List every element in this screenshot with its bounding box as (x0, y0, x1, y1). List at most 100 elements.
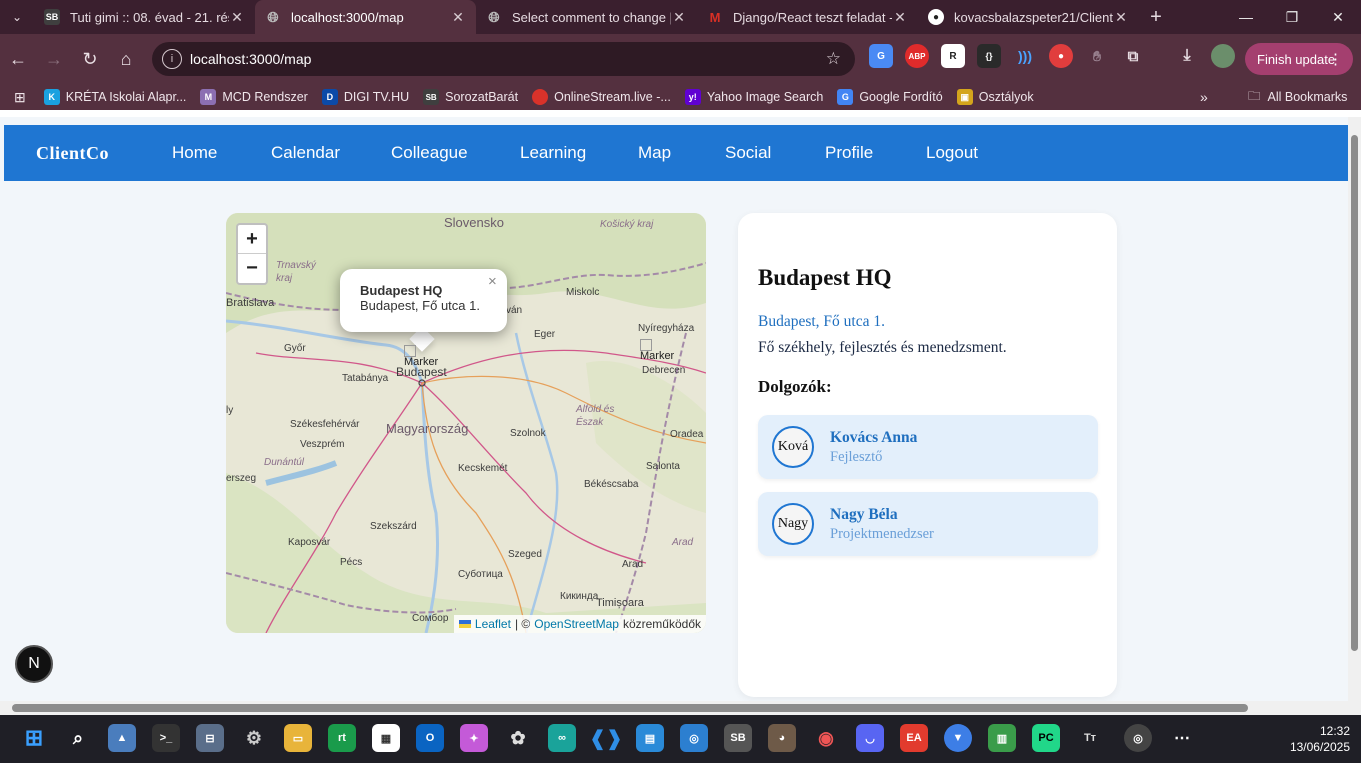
network-icon[interactable]: ⊟ (196, 724, 224, 752)
chevron-more-icon[interactable]: » (1200, 89, 1208, 105)
nav-social[interactable]: Social (725, 143, 771, 163)
bookmark-osztalyok[interactable]: ▣ Osztályok (956, 89, 1034, 105)
minimize-icon[interactable]: — (1223, 0, 1269, 34)
system-clock[interactable]: 12:32 13/06/2025 (1270, 723, 1350, 755)
home-button[interactable]: ⌂ (108, 41, 144, 77)
apps-grid-icon[interactable]: ⊞ (14, 89, 26, 106)
vscode-icon[interactable]: ❰❱ (589, 724, 623, 752)
rt-app-icon[interactable]: rt (328, 724, 356, 752)
finish-update-button[interactable]: Finish update ⋮ (1245, 43, 1353, 75)
outlook-icon[interactable]: O (416, 724, 444, 752)
download-icon[interactable]: ⤓ (1175, 44, 1199, 68)
map-marker-budapest[interactable]: Marker (404, 345, 438, 368)
extensions-puzzle-icon[interactable]: ⧉ (1121, 44, 1145, 68)
openstreetmap-link[interactable]: OpenStreetMap (534, 617, 619, 631)
employee-name: Nagy Béla (830, 506, 898, 523)
nav-logout[interactable]: Logout (926, 143, 978, 163)
map-marker-debrecen[interactable]: Marker (640, 339, 674, 362)
reload-button[interactable]: ↻ (72, 41, 108, 77)
tab-search-button[interactable]: ⌄ (0, 0, 34, 34)
horizontal-scrollbar[interactable] (0, 701, 1361, 715)
chart-app-icon[interactable]: ▥ (988, 724, 1016, 752)
file-explorer-icon[interactable]: ▭ (284, 724, 312, 752)
nav-map[interactable]: Map (638, 143, 671, 163)
vertical-scrollbar[interactable] (1348, 117, 1361, 701)
bookmark-onlinestream[interactable]: OnlineStream.live -... (532, 89, 671, 105)
bookmark-digi[interactable]: D DIGI TV.HU (321, 89, 409, 105)
nav-colleague[interactable]: Colleague (391, 143, 468, 163)
arduino-icon[interactable]: ∞ (548, 724, 576, 752)
google-translate-icon[interactable]: G (869, 44, 893, 68)
employee-card[interactable]: Nagy Nagy Béla Projektmenedzser (758, 492, 1098, 556)
leaflet-map[interactable]: Slovensko Košický kraj Trnavský kraj Bra… (226, 213, 706, 633)
settings-gear-icon[interactable]: ⚙ (240, 724, 268, 752)
discord-icon[interactable]: ◡ (856, 724, 884, 752)
adblock-icon[interactable]: ABP (905, 44, 929, 68)
davinci-icon[interactable]: ◉ (812, 724, 840, 752)
terminal-icon[interactable]: >_ (152, 724, 180, 752)
close-window-icon[interactable]: ✕ (1315, 0, 1361, 34)
bookmark-mcd[interactable]: M MCD Rendszer (200, 89, 308, 105)
nav-home[interactable]: Home (172, 143, 217, 163)
tab-active-map[interactable]: 🌐︎ localhost:3000/map ✕ (255, 0, 476, 34)
zoom-in-button[interactable]: + (238, 225, 266, 254)
bookmark-google-translate[interactable]: G Google Fordító (837, 89, 943, 105)
nav-learning[interactable]: Learning (520, 143, 586, 163)
brand-logo[interactable]: ClientCo (36, 143, 109, 164)
nav-profile[interactable]: Profile (825, 143, 873, 163)
search-icon[interactable]: ⌕ (64, 724, 92, 752)
r-extension-icon[interactable]: R (941, 44, 965, 68)
gimp-icon[interactable]: ◕ (768, 724, 796, 752)
tab-2[interactable]: 🌐︎ Select comment to change | Django ✕ (476, 0, 697, 34)
back-button[interactable]: ← (0, 41, 36, 77)
bookmark-sorozatbarat[interactable]: SB SorozatBarát (423, 89, 518, 105)
horizontal-scroll-thumb[interactable] (12, 704, 1248, 712)
nav-calendar[interactable]: Calendar (271, 143, 340, 163)
ea-app-icon[interactable]: EA (900, 724, 928, 752)
sound-extension-icon[interactable]: ))) (1013, 44, 1037, 68)
json-extension-icon[interactable]: {} (977, 44, 1001, 68)
pycharm-icon[interactable]: PC (1032, 724, 1060, 752)
all-bookmarks-button[interactable]: 🗀︎ All Bookmarks (1248, 87, 1347, 108)
mouse-extension-icon[interactable]: ✋︎ (1085, 44, 1109, 68)
restore-icon[interactable]: ❐ (1269, 0, 1315, 34)
photos-icon[interactable]: ▲ (108, 724, 136, 752)
close-tab-icon[interactable]: ✕ (1113, 9, 1129, 26)
zoom-out-button[interactable]: − (238, 254, 266, 283)
popup-close-button[interactable]: × (488, 273, 497, 290)
vpn-icon[interactable]: ◎ (680, 724, 708, 752)
map-label: Alföld és Észak (576, 404, 615, 428)
map-label: Кикинда (560, 591, 599, 602)
docker-icon[interactable]: ▤ (636, 724, 664, 752)
tab-4[interactable]: ● kovacsbalazspeter21/ClientCo ✕ (918, 0, 1139, 34)
windows-start-icon[interactable]: ⊞ (20, 724, 48, 752)
close-tab-icon[interactable]: ✕ (450, 9, 466, 26)
leaflet-link[interactable]: Leaflet (475, 617, 511, 631)
close-tab-icon[interactable]: ✕ (892, 9, 908, 26)
close-tab-icon[interactable]: ✕ (229, 9, 245, 26)
store-icon[interactable]: ▦ (372, 724, 400, 752)
close-tab-icon[interactable]: ✕ (671, 9, 687, 26)
nextjs-dev-badge[interactable]: N (15, 645, 53, 683)
overflow-menu-icon[interactable]: ⋯ (1168, 724, 1196, 752)
tab-3[interactable]: M Django/React teszt feladat - kova ✕ (697, 0, 918, 34)
forward-button[interactable]: → (36, 41, 72, 77)
profile-avatar[interactable] (1211, 44, 1235, 68)
site-info-icon[interactable]: i (162, 49, 182, 69)
chatgpt-icon[interactable]: ✿ (504, 724, 532, 752)
color-picker-extension-icon[interactable]: ● (1049, 44, 1073, 68)
tab-0[interactable]: SB Tuti gimi :: 08. évad - 21. rész ✕ (34, 0, 255, 34)
address-bar[interactable]: i localhost:3000/map ☆ (152, 42, 855, 76)
employee-card[interactable]: Ková Kovács Anna Fejlesztő (758, 415, 1098, 479)
bookmark-yahoo[interactable]: y! Yahoo Image Search (684, 89, 823, 105)
more-menu-icon[interactable]: ⋮ (1328, 50, 1343, 68)
bookmark-kreta[interactable]: K KRÉTA Iskolai Alapr... (43, 89, 186, 105)
shield-vpn-icon[interactable]: ▼ (944, 724, 972, 752)
bookmark-star-icon[interactable]: ☆ (826, 49, 841, 69)
typography-app-icon[interactable]: Tт (1076, 724, 1104, 752)
new-tab-button[interactable]: + (1139, 6, 1173, 29)
chrome-icon[interactable]: ◎ (1124, 724, 1152, 752)
vertical-scroll-thumb[interactable] (1351, 135, 1358, 651)
sorozatbarat-icon[interactable]: SB (724, 724, 752, 752)
copilot-icon[interactable]: ✦ (460, 724, 488, 752)
